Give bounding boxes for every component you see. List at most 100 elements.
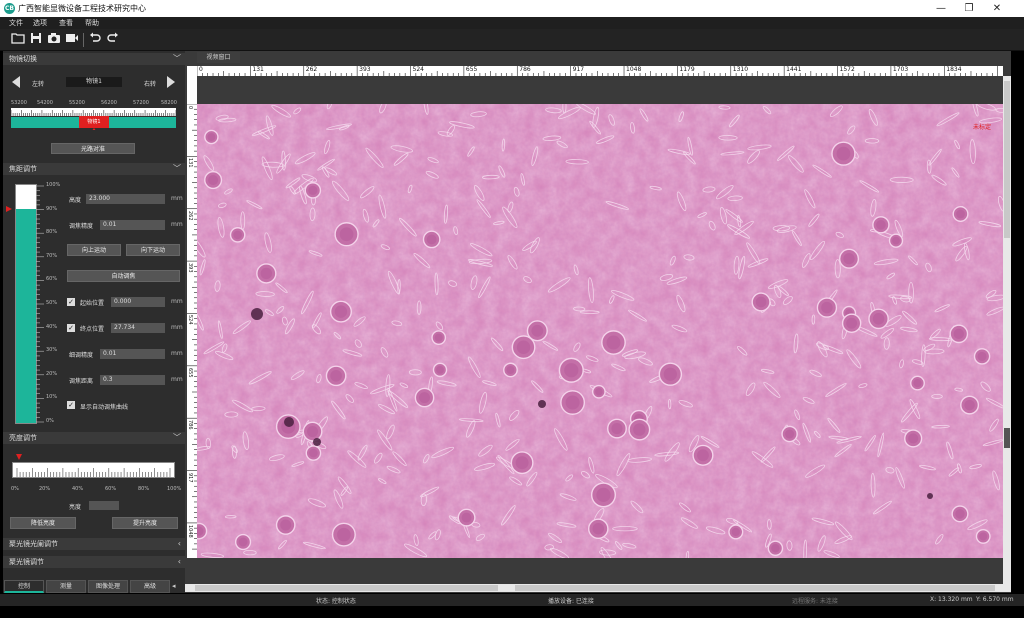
tab-image-processing[interactable]: 图像处理 [88,580,128,593]
vertical-scrollbar[interactable] [1003,76,1011,592]
end-position-checkbox[interactable]: ✓ [67,324,75,332]
microscope-image[interactable]: 未标定 [197,104,1003,558]
minimize-button[interactable]: — [930,2,952,15]
brightness-section-header[interactable]: 亮度调节 ﹀ [3,432,185,444]
show-curve-checkbox[interactable]: ✓ [67,401,75,409]
menu-view[interactable]: 查看 [59,18,73,28]
undo-icon[interactable] [87,32,103,48]
glomerulus-core [531,324,544,337]
maximize-button[interactable]: ❐ [958,2,980,15]
glomerulus-core [785,429,795,439]
redo-icon[interactable] [105,32,121,48]
menu-options[interactable]: 选项 [33,18,47,28]
vertical-ruler: 0 131 262 393 524 655 786 917 1048 [187,104,197,558]
fine-precision-field[interactable]: 0.01 [100,349,165,359]
h-ruler-label: 1179 [679,66,695,73]
start-position-field[interactable]: 0.000 [111,297,165,307]
focus-distance-field[interactable]: 0.3 [100,375,165,385]
focus-precision-field[interactable]: 0.01 [100,220,165,230]
end-position-label: 终点位置 [80,326,105,333]
vertical-scroll-grip[interactable] [1004,428,1010,448]
tab-video-window[interactable]: 视频窗口 [197,52,240,63]
increase-brightness-button[interactable]: 提升亮度 [112,517,178,529]
focus-section-header[interactable]: 焦距调节 ﹀ [3,163,185,175]
brightness-slider[interactable] [12,462,175,478]
autofocus-button[interactable]: 自动调焦 [67,270,180,282]
objective-tick-label: 54200 [37,100,53,106]
move-up-button[interactable]: 向上运动 [67,244,121,256]
focus-precision-label: 调焦精度 [69,223,94,230]
objective-section-header[interactable]: 物镜切换 ﹀ [3,53,185,65]
close-button[interactable]: ✕ [986,2,1008,15]
glomerulus-core [892,236,900,245]
glomerulus-core [330,370,342,382]
optical-align-button[interactable]: 光路对准 [51,143,135,154]
brightness-scale-labels: 0% 20% 40% 60% 80% 100% [11,486,181,492]
condenser-diaphragm-header[interactable]: 聚光镜光阑调节 ‹ [3,538,185,550]
camera-icon[interactable] [46,32,62,48]
horizontal-ruler: 0 131 262 393 524 655 786 917 1048 1179 1310 1441 15… [197,66,1003,76]
start-position-unit: mm [171,298,183,305]
brightness-field[interactable] [89,501,119,510]
start-position-checkbox[interactable]: ✓ [67,298,75,306]
video-icon[interactable] [64,32,80,48]
tab-advanced[interactable]: 高级 [130,580,170,593]
debris-spot [538,400,546,408]
glomerulus-core [565,395,580,410]
condenser-diaphragm-title: 聚光镜光阑调节 [9,540,58,548]
glomerulus-core [908,433,919,444]
height-unit: mm [171,195,183,202]
tab-control[interactable]: 控制 [4,580,44,593]
move-down-button[interactable]: 向下运动 [126,244,180,256]
glomerulus-core [564,363,579,378]
glomerulus-core [697,449,709,462]
status-bar: 状态: 控制状态 播放设备: 已连接 远程服务: 未连接 X: 13.320 m… [0,594,1024,606]
menu-file[interactable]: 文件 [9,18,23,28]
ruler-corner [187,66,197,104]
glomerulus-core [260,267,273,280]
focus-marker-icon [6,206,12,212]
vertical-scroll-thumb[interactable] [1004,81,1010,238]
rotate-right-icon[interactable] [167,76,175,88]
v-ruler-label: 0 [187,106,193,110]
h-ruler-label: 1572 [839,66,855,73]
objective-tick-label: 58200 [161,100,177,106]
tab-measure[interactable]: 测量 [46,580,86,593]
status-x-coord: X: 13.320 mm [930,596,973,603]
menu-help[interactable]: 帮助 [85,18,99,28]
h-ruler-label: 655 [465,66,478,73]
rotate-left-label: 左转 [32,81,45,88]
glomerulus-core [419,392,430,404]
condenser-header[interactable]: 聚光镜调节 ‹ [3,556,185,568]
horizontal-scroll-thumb[interactable] [195,585,498,591]
glomerulus-core [872,313,885,325]
focus-tick-label: 50% [46,300,58,306]
objective-slider[interactable]: 物镜1 [11,108,176,130]
end-position-field[interactable]: 27.734 [111,323,165,333]
open-folder-icon[interactable] [10,32,26,48]
glomerulus-core [953,328,965,340]
horizontal-scroll-track[interactable] [515,585,995,591]
image-top-gap [197,76,1003,104]
show-curve-label: 显示自动调焦曲线 [80,404,129,411]
decrease-brightness-button[interactable]: 降低亮度 [10,517,76,529]
tab-scroll-left-icon[interactable]: ◂ [172,582,176,590]
focus-tick-label: 10% [46,394,58,401]
start-position-label: 起始位置 [80,300,105,307]
fine-precision-label: 细调精度 [69,352,94,359]
focus-slider[interactable] [15,184,44,424]
glomerulus-core [913,379,922,388]
condenser-title: 聚光镜调节 [9,558,44,566]
glomerulus-core [595,388,603,396]
objective-tick-label: 55200 [69,100,85,106]
control-panel: 物镜切换 ﹀ 左转 物镜1 右转 53200 54200 55200 56200… [3,51,185,593]
rotate-left-icon[interactable] [12,76,20,88]
glomerulus-core [334,305,348,318]
save-icon[interactable] [28,32,44,48]
focus-tick-label: 80% [46,229,58,236]
horizontal-scrollbar[interactable] [185,584,1011,592]
glomerulus-core [592,522,605,535]
debris-spot [251,308,263,320]
height-field[interactable]: 23.000 [86,194,165,204]
glomerulus-core [506,365,515,374]
